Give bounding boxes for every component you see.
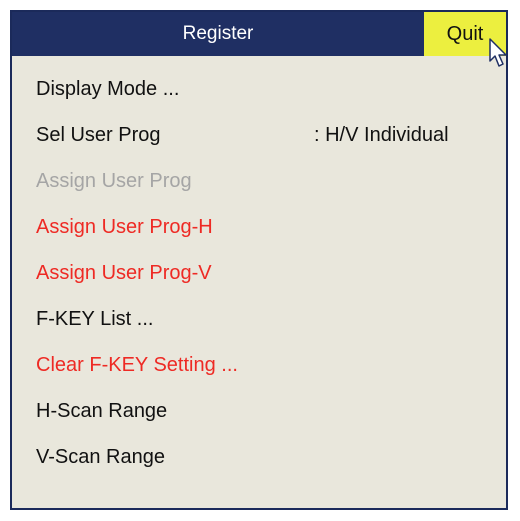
mouse-pointer-icon bbox=[489, 38, 507, 67]
menu-item-label: Assign User Prog-H bbox=[36, 216, 213, 238]
menu-item-value: : H/V Individual bbox=[314, 124, 449, 146]
menu-item-label: Sel User Prog bbox=[36, 124, 161, 146]
menu-item-label: H-Scan Range bbox=[36, 400, 168, 422]
title-bar: Register Quit bbox=[12, 12, 506, 56]
menu-item-label: F-KEY List ... bbox=[36, 308, 154, 330]
menu-item-assign-user-prog: Assign User Prog bbox=[36, 158, 496, 204]
menu-item-assign-user-prog-v[interactable]: Assign User Prog-V bbox=[36, 250, 496, 296]
menu-item-clear-f-key-setting[interactable]: Clear F-KEY Setting ... bbox=[36, 342, 496, 388]
menu-item-label: Assign User Prog-V bbox=[36, 262, 212, 284]
menu-title: Register bbox=[182, 23, 254, 44]
menu-item-sel-user-prog[interactable]: Sel User Prog : H/V Individual bbox=[36, 112, 496, 158]
menu-item-label: Display Mode ... bbox=[36, 78, 180, 100]
menu-item-label: Clear F-KEY Setting ... bbox=[36, 354, 238, 376]
menu-item-assign-user-prog-h[interactable]: Assign User Prog-H bbox=[36, 204, 496, 250]
menu-list: Display Mode ... Sel User Prog : H/V Ind… bbox=[36, 66, 496, 480]
menu-item-label: V-Scan Range bbox=[36, 446, 165, 468]
register-menu-window: Register Quit Display Mode ... Sel User … bbox=[10, 10, 508, 510]
menu-item-v-scan-range[interactable]: V-Scan Range bbox=[36, 434, 496, 480]
menu-item-label: Assign User Prog bbox=[36, 170, 192, 192]
menu-item-f-key-list[interactable]: F-KEY List ... bbox=[36, 296, 496, 342]
menu-item-display-mode[interactable]: Display Mode ... bbox=[36, 66, 496, 112]
menu-item-h-scan-range[interactable]: H-Scan Range bbox=[36, 388, 496, 434]
